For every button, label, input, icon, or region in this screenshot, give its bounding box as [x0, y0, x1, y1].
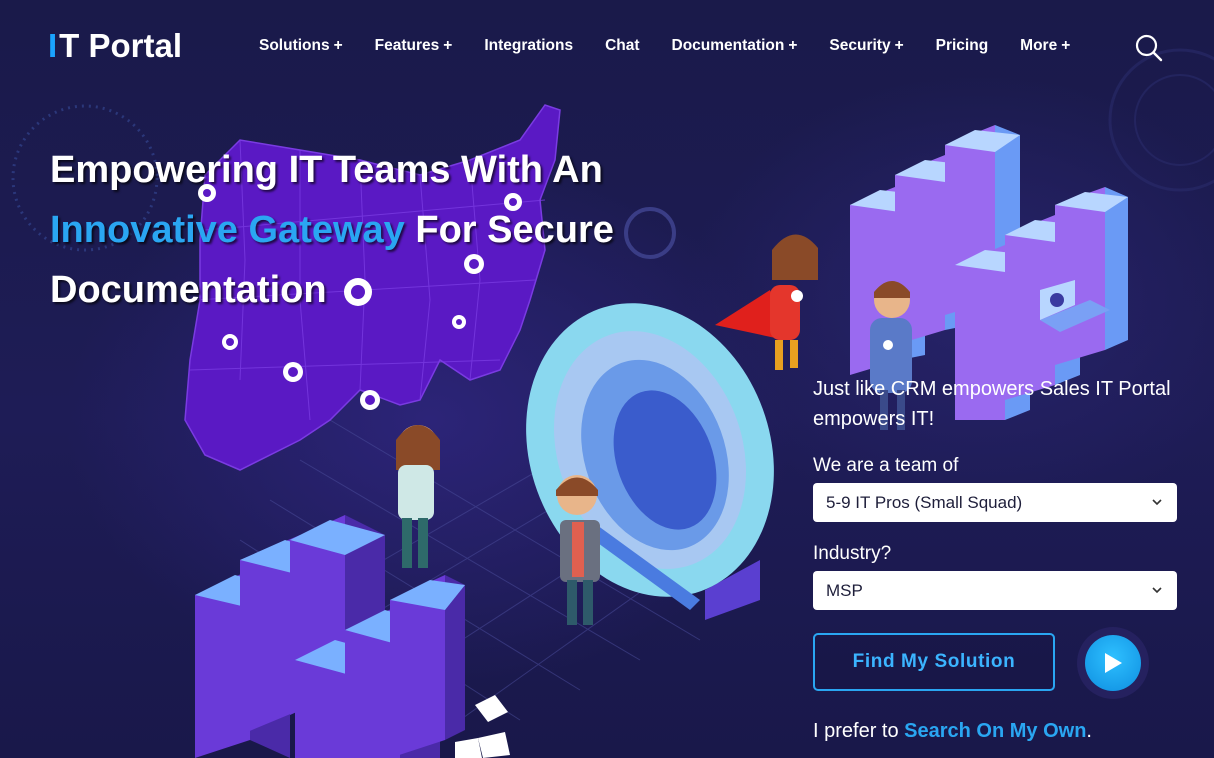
industry-value: MSP — [826, 581, 863, 600]
hero-accent-text: Innovative Gateway — [50, 209, 405, 251]
hero-line-2-rest: For Secure — [404, 209, 614, 251]
hero-line-1: Empowering IT Teams With An — [50, 149, 603, 191]
logo-mark: I — [48, 27, 58, 64]
nav-item-chat[interactable]: Chat — [589, 33, 655, 59]
plus-icon: + — [333, 37, 343, 54]
find-my-solution-button[interactable]: Find My Solution — [813, 633, 1055, 691]
hero-heading: Empowering IT Teams With An Innovative G… — [50, 140, 650, 320]
nav-item-features[interactable]: Features + — [359, 33, 469, 59]
site-header: I T Portal Solutions + Features + Integrat… — [0, 0, 1214, 92]
nav-item-solutions[interactable]: Solutions + — [243, 33, 359, 59]
chevron-down-icon — [1152, 499, 1162, 506]
hero-line-3: Documentation — [50, 269, 327, 311]
hero-line-2: Innovative Gateway For Secure — [50, 200, 650, 260]
nav-label: Features — [374, 37, 440, 54]
industry-label: Industry? — [813, 543, 892, 564]
main-nav: Solutions + Features + Integrations Chat D… — [243, 33, 1086, 59]
character-man-left — [556, 475, 600, 625]
nav-item-more[interactable]: More + — [1004, 33, 1086, 59]
team-size-label: We are a team of — [813, 455, 959, 476]
it-portal-logo[interactable]: I T Portal — [48, 26, 182, 66]
plus-icon: + — [788, 37, 798, 54]
nav-label: Integrations — [484, 37, 574, 54]
team-size-select[interactable]: 5-9 IT Pros (Small Squad) — [813, 483, 1177, 522]
nav-label: Documentation — [671, 37, 785, 54]
actions-row: Find My Solution — [813, 627, 1177, 699]
nav-item-pricing[interactable]: Pricing — [920, 33, 1005, 59]
search-icon[interactable] — [1134, 33, 1164, 63]
chevron-down-icon — [1152, 587, 1162, 594]
solution-finder-panel: Just like CRM empowers Sales IT Portal e… — [813, 374, 1177, 745]
nav-label: More — [1020, 37, 1058, 54]
nav-item-documentation[interactable]: Documentation + — [656, 33, 814, 59]
logo-text: T Portal — [59, 27, 183, 64]
nav-item-integrations[interactable]: Integrations — [468, 33, 589, 59]
nav-label: Chat — [605, 37, 640, 54]
play-video-button[interactable] — [1077, 627, 1149, 699]
nav-label: Solutions — [259, 37, 330, 54]
plus-icon: + — [443, 37, 453, 54]
nav-item-security[interactable]: Security + — [813, 33, 919, 59]
prefer-text: I prefer to Search On My Own. — [813, 717, 1177, 745]
plus-icon: + — [894, 37, 904, 54]
tagline: Just like CRM empowers Sales IT Portal e… — [813, 378, 1171, 430]
industry-select[interactable]: MSP — [813, 571, 1177, 610]
play-icon — [1085, 635, 1141, 691]
prefer-prefix: I prefer to — [813, 720, 905, 742]
prefer-suffix: . — [1086, 720, 1092, 742]
character-woman-left — [396, 425, 440, 568]
plus-icon: + — [1061, 37, 1071, 54]
search-on-my-own-link[interactable]: Search On My Own — [904, 720, 1086, 742]
nav-label: Security — [829, 37, 891, 54]
nav-label: Pricing — [935, 37, 989, 54]
team-size-value: 5-9 IT Pros (Small Squad) — [826, 493, 1023, 512]
character-superhero — [715, 234, 818, 370]
